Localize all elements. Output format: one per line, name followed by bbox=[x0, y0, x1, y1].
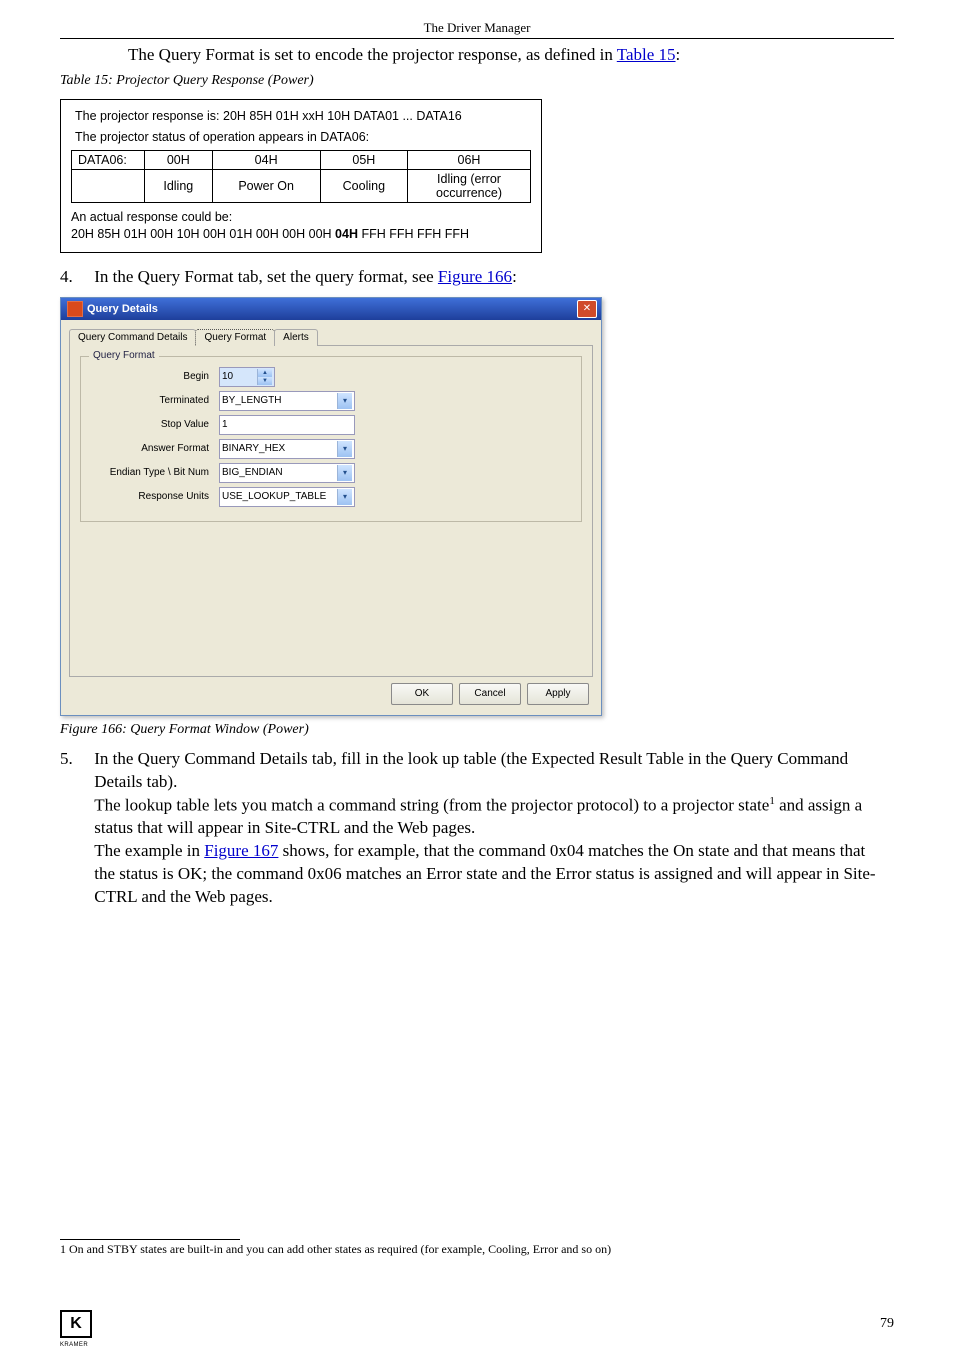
answer-format-select[interactable]: BINARY_HEX ▾ bbox=[219, 439, 355, 459]
table-caption: Table 15: Projector Query Response (Powe… bbox=[60, 73, 894, 89]
cell: Idling (error occurrence) bbox=[408, 169, 531, 202]
tab-body: Query Format Begin 10 ▲ ▼ Terminated bbox=[69, 345, 593, 677]
step5-p3a: The example in bbox=[94, 841, 204, 860]
step-5: 5. In the Query Command Details tab, fil… bbox=[60, 748, 894, 909]
page-number: 79 bbox=[880, 1316, 894, 1332]
intro-suffix: : bbox=[676, 45, 681, 64]
row-terminated: Terminated BY_LENGTH ▾ bbox=[89, 391, 573, 411]
cell: 06H bbox=[408, 150, 531, 169]
proj-line1: The projector response is: 20H 85H 01H x… bbox=[71, 108, 531, 125]
foot2c: FFH FFH FFH FFH bbox=[358, 227, 469, 241]
dialog-button-bar: OK Cancel Apply bbox=[69, 677, 593, 707]
figure-167-link[interactable]: Figure 167 bbox=[204, 841, 278, 860]
proj-foot1: An actual response could be: bbox=[71, 209, 531, 227]
dialog-tabs: Query Command Details Query Format Alert… bbox=[69, 329, 593, 346]
response-units-select[interactable]: USE_LOOKUP_TABLE ▾ bbox=[219, 487, 355, 507]
arrow-down-icon[interactable]: ▼ bbox=[258, 377, 272, 385]
intro-prefix: The Query Format is set to encode the pr… bbox=[128, 45, 617, 64]
dialog-title: Query Details bbox=[87, 303, 577, 315]
cell: Idling bbox=[145, 169, 213, 202]
foot2a: 20H 85H 01H 00H 10H 00H 01H 00H 00H 00H bbox=[71, 227, 335, 241]
foot2b: 04H bbox=[335, 227, 358, 241]
stop-value-value: 1 bbox=[222, 419, 228, 430]
terminated-select[interactable]: BY_LENGTH ▾ bbox=[219, 391, 355, 411]
terminated-value: BY_LENGTH bbox=[222, 395, 281, 406]
step5-body: In the Query Command Details tab, fill i… bbox=[94, 748, 884, 909]
fieldset-legend: Query Format bbox=[89, 350, 159, 361]
step5-p1: In the Query Command Details tab, fill i… bbox=[94, 749, 848, 791]
apply-button[interactable]: Apply bbox=[527, 683, 589, 705]
row-begin: Begin 10 ▲ ▼ bbox=[89, 367, 573, 387]
row-answer-format: Answer Format BINARY_HEX ▾ bbox=[89, 439, 573, 459]
projector-response-table: The projector response is: 20H 85H 01H x… bbox=[60, 99, 542, 253]
tab-alerts[interactable]: Alerts bbox=[274, 329, 318, 346]
footnote-separator bbox=[60, 1239, 240, 1240]
stop-value-input[interactable]: 1 bbox=[219, 415, 355, 435]
chevron-down-icon[interactable]: ▾ bbox=[337, 441, 352, 457]
close-button[interactable]: ✕ bbox=[577, 300, 597, 318]
step5-p2a: The lookup table lets you match a comman… bbox=[94, 795, 769, 814]
chevron-down-icon[interactable]: ▾ bbox=[337, 465, 352, 481]
answer-format-value: BINARY_HEX bbox=[222, 443, 285, 454]
endian-value: BIG_ENDIAN bbox=[222, 467, 283, 478]
arrow-up-icon[interactable]: ▲ bbox=[258, 369, 272, 377]
proj-foot2: 20H 85H 01H 00H 10H 00H 01H 00H 00H 00H … bbox=[71, 226, 531, 244]
header-divider bbox=[60, 38, 894, 39]
chevron-down-icon[interactable]: ▾ bbox=[337, 489, 352, 505]
cell: DATA06: bbox=[72, 150, 145, 169]
figure-166-link[interactable]: Figure 166 bbox=[438, 267, 512, 286]
step4-suffix: : bbox=[512, 267, 517, 286]
tab-query-command-details[interactable]: Query Command Details bbox=[69, 329, 196, 346]
cancel-button[interactable]: Cancel bbox=[459, 683, 521, 705]
footnote-1: 1 On and STBY states are built-in and yo… bbox=[60, 1242, 894, 1257]
dialog-titlebar[interactable]: Query Details ✕ bbox=[61, 298, 601, 320]
figure-caption: Figure 166: Query Format Window (Power) bbox=[60, 722, 894, 738]
query-format-fieldset: Query Format Begin 10 ▲ ▼ Terminated bbox=[80, 356, 582, 522]
begin-spinner[interactable]: 10 ▲ ▼ bbox=[219, 367, 275, 387]
table-row: DATA06: 00H 04H 05H 06H bbox=[72, 150, 531, 169]
response-units-label: Response Units bbox=[89, 491, 219, 502]
step4-prefix: In the Query Format tab, set the query f… bbox=[94, 267, 438, 286]
close-icon: ✕ bbox=[583, 303, 591, 314]
footnote-text: On and STBY states are built-in and you … bbox=[66, 1242, 611, 1256]
row-stop-value: Stop Value 1 bbox=[89, 415, 573, 435]
endian-select[interactable]: BIG_ENDIAN ▾ bbox=[219, 463, 355, 483]
step5-num: 5. bbox=[60, 748, 90, 771]
cell bbox=[72, 169, 145, 202]
terminated-label: Terminated bbox=[89, 395, 219, 406]
endian-label: Endian Type \ Bit Num bbox=[89, 467, 219, 478]
cell: 04H bbox=[212, 150, 320, 169]
brand-name: KRAMER bbox=[60, 1342, 88, 1348]
spinner-arrows-icon[interactable]: ▲ ▼ bbox=[257, 369, 272, 385]
intro-line: The Query Format is set to encode the pr… bbox=[128, 45, 894, 65]
proj-inner-table: DATA06: 00H 04H 05H 06H Idling Power On … bbox=[71, 150, 531, 203]
cell: Cooling bbox=[320, 169, 407, 202]
table-15-link[interactable]: Table 15 bbox=[617, 45, 676, 64]
row-endian: Endian Type \ Bit Num BIG_ENDIAN ▾ bbox=[89, 463, 573, 483]
response-units-value: USE_LOOKUP_TABLE bbox=[222, 491, 326, 502]
table-row: Idling Power On Cooling Idling (error oc… bbox=[72, 169, 531, 202]
ok-button[interactable]: OK bbox=[391, 683, 453, 705]
cell: Power On bbox=[212, 169, 320, 202]
dialog-app-icon bbox=[67, 301, 83, 317]
tab-query-format[interactable]: Query Format bbox=[195, 329, 275, 346]
cell: 05H bbox=[320, 150, 407, 169]
step-4: 4. In the Query Format tab, set the quer… bbox=[60, 267, 894, 287]
step4-num: 4. bbox=[60, 267, 90, 287]
proj-line2: The projector status of operation appear… bbox=[71, 129, 531, 146]
answer-format-label: Answer Format bbox=[89, 443, 219, 454]
begin-value: 10 bbox=[222, 371, 233, 382]
page-header-title: The Driver Manager bbox=[60, 20, 894, 36]
brand-logo: K bbox=[60, 1310, 92, 1338]
row-response-units: Response Units USE_LOOKUP_TABLE ▾ bbox=[89, 487, 573, 507]
begin-label: Begin bbox=[89, 371, 219, 382]
chevron-down-icon[interactable]: ▾ bbox=[337, 393, 352, 409]
stop-value-label: Stop Value bbox=[89, 419, 219, 430]
logo-letter: K bbox=[70, 1315, 82, 1333]
cell: 00H bbox=[145, 150, 213, 169]
query-details-dialog: Query Details ✕ Query Command Details Qu… bbox=[60, 297, 602, 716]
dialog-body: Query Command Details Query Format Alert… bbox=[61, 320, 601, 715]
